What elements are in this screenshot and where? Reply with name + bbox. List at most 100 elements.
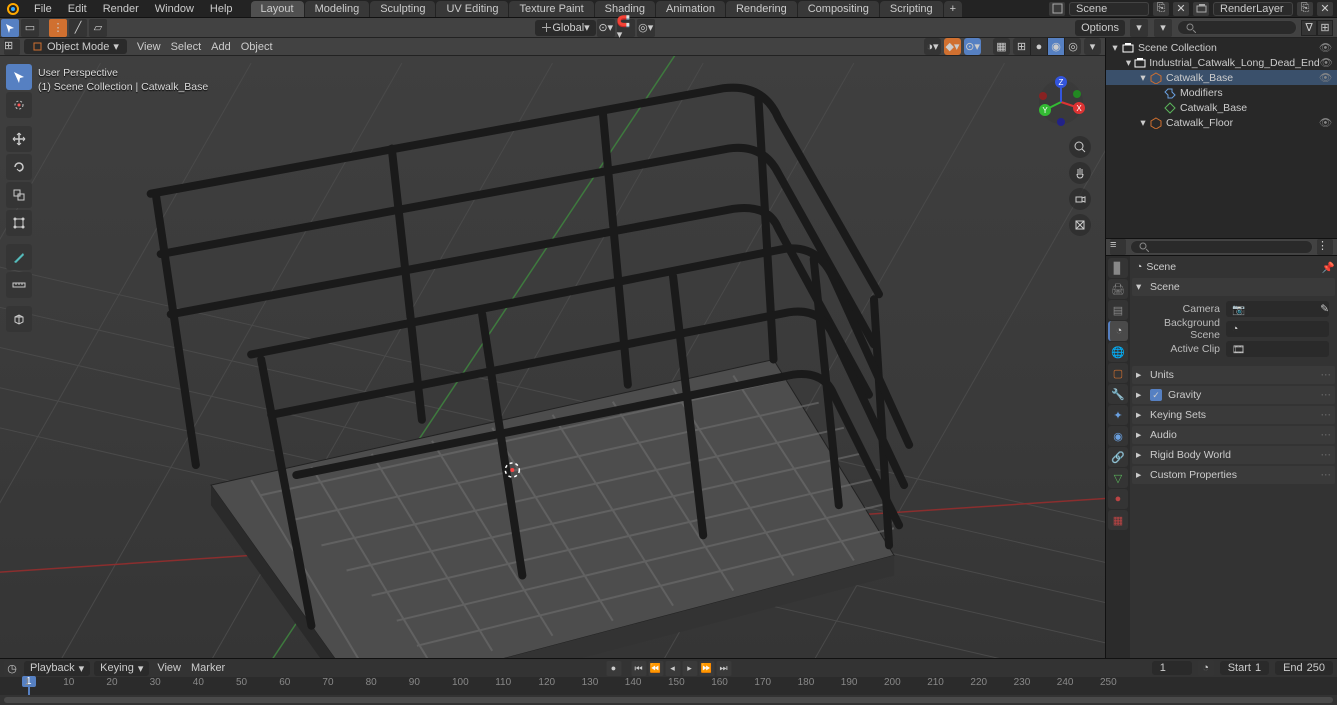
start-frame-field[interactable]: Start1 bbox=[1220, 661, 1269, 675]
ptab-scene[interactable]: ◔ bbox=[1108, 321, 1128, 341]
visibility-toggle-icon[interactable]: 👁 bbox=[1319, 41, 1333, 54]
timeline-menu-marker[interactable]: Marker bbox=[191, 662, 225, 674]
ptab-output[interactable]: 🖨 bbox=[1108, 279, 1128, 299]
tab-layout[interactable]: Layout bbox=[251, 1, 304, 17]
keyframe-prev-icon[interactable]: ⏪ bbox=[648, 661, 663, 676]
outliner-row[interactable]: ▾Industrial_Catwalk_Long_Dead_End👁 bbox=[1106, 55, 1337, 70]
active-clip-field[interactable]: 🎞 bbox=[1226, 341, 1329, 357]
autokey-toggle[interactable]: ● bbox=[606, 661, 621, 676]
playback-dropdown[interactable]: Playback▾ bbox=[24, 661, 90, 676]
visibility-toggle-icon[interactable]: 👁 bbox=[1319, 71, 1333, 84]
preview-range-toggle[interactable]: ◔ bbox=[1198, 660, 1214, 676]
panel-audio-header[interactable]: ▸Audio⋯ bbox=[1132, 426, 1335, 444]
ptab-object[interactable]: ▢ bbox=[1108, 363, 1128, 383]
bg-scene-field[interactable]: ◔ bbox=[1226, 321, 1329, 337]
jump-end-icon[interactable]: ⏭ bbox=[716, 661, 731, 676]
keyframe-next-icon[interactable]: ⏩ bbox=[699, 661, 714, 676]
layer-browse-icon[interactable] bbox=[1193, 2, 1209, 16]
outliner-row[interactable]: Catwalk_Base bbox=[1106, 100, 1337, 115]
shading-wireframe[interactable]: ⊞ bbox=[1013, 38, 1030, 55]
ptab-material[interactable]: ● bbox=[1108, 489, 1128, 509]
header-options-dropdown[interactable]: Options bbox=[1075, 20, 1125, 36]
play-icon[interactable]: ▸ bbox=[682, 661, 697, 676]
vp-menu-add[interactable]: Add bbox=[211, 41, 231, 53]
nav-persp-icon[interactable] bbox=[1069, 214, 1091, 236]
tab-compositing[interactable]: Compositing bbox=[798, 1, 879, 17]
ptab-data[interactable]: ▽ bbox=[1108, 468, 1128, 488]
ptab-constraints[interactable]: 🔗 bbox=[1108, 447, 1128, 467]
properties-options-icon[interactable]: ⋮ bbox=[1317, 239, 1333, 255]
outliner-row[interactable]: ▾Scene Collection👁 bbox=[1106, 40, 1337, 55]
nav-zoom-icon[interactable] bbox=[1069, 136, 1091, 158]
tool-select-box[interactable] bbox=[6, 64, 32, 90]
outliner-tree[interactable]: ▾Scene Collection👁▾Industrial_Catwalk_Lo… bbox=[1106, 38, 1337, 238]
pin-icon[interactable]: 📌 bbox=[1322, 261, 1335, 274]
tab-animation[interactable]: Animation bbox=[656, 1, 725, 17]
outliner-row[interactable]: ▾Catwalk_Base👁 bbox=[1106, 70, 1337, 85]
tab-texture-paint[interactable]: Texture Paint bbox=[509, 1, 593, 17]
properties-search-input[interactable] bbox=[1130, 240, 1313, 254]
current-frame-field[interactable]: 1 bbox=[1152, 661, 1192, 675]
menu-help[interactable]: Help bbox=[202, 1, 241, 17]
tab-sculpting[interactable]: Sculpting bbox=[370, 1, 435, 17]
visibility-toggle-icon[interactable]: 👁 bbox=[1320, 56, 1333, 69]
panel-units-header[interactable]: ▸Units⋯ bbox=[1132, 366, 1335, 384]
cursor-tool-icon[interactable] bbox=[1, 19, 19, 37]
ptab-physics[interactable]: ◉ bbox=[1108, 426, 1128, 446]
ptab-world[interactable]: 🌐 bbox=[1108, 342, 1128, 362]
nav-camera-icon[interactable] bbox=[1069, 188, 1091, 210]
tab-uv-editing[interactable]: UV Editing bbox=[436, 1, 508, 17]
camera-field[interactable]: 📷✎ bbox=[1226, 301, 1329, 317]
panel-custom-props-header[interactable]: ▸Custom Properties⋯ bbox=[1132, 466, 1335, 484]
outliner-row[interactable]: Modifiers bbox=[1106, 85, 1337, 100]
snap-vertex-icon[interactable]: ⋮ bbox=[49, 19, 67, 37]
panel-scene-header[interactable]: ▾Scene bbox=[1132, 278, 1335, 296]
shading-material[interactable]: ◉ bbox=[1047, 38, 1064, 55]
ptab-viewlayer[interactable]: ▤ bbox=[1108, 300, 1128, 320]
snap-face-icon[interactable]: ▱ bbox=[89, 19, 107, 37]
3d-viewport[interactable]: User Perspective (1) Scene Collection | … bbox=[0, 56, 1105, 658]
proportional-edit-toggle[interactable]: ◎▾ bbox=[637, 19, 655, 37]
select-visible-toggle[interactable]: ◑▾ bbox=[924, 38, 941, 55]
display-mode-dropdown[interactable]: ▾ bbox=[1154, 19, 1172, 37]
vp-menu-select[interactable]: Select bbox=[171, 41, 202, 53]
nav-pan-icon[interactable] bbox=[1069, 162, 1091, 184]
filter-icon[interactable]: ∇ bbox=[1301, 20, 1317, 36]
tool-scale[interactable] bbox=[6, 182, 32, 208]
tool-rotate[interactable] bbox=[6, 154, 32, 180]
tab-scripting[interactable]: Scripting bbox=[880, 1, 943, 17]
end-frame-field[interactable]: End250 bbox=[1275, 661, 1333, 675]
tab-rendering[interactable]: Rendering bbox=[726, 1, 797, 17]
editor-type-properties-icon[interactable]: ≡ bbox=[1110, 239, 1126, 255]
panel-keying-sets-header[interactable]: ▸Keying Sets⋯ bbox=[1132, 406, 1335, 424]
scene-new-icon[interactable]: ⎘ bbox=[1153, 2, 1169, 16]
scene-browse-icon[interactable] bbox=[1049, 2, 1065, 16]
xray-toggle[interactable]: ▦ bbox=[993, 38, 1010, 55]
vp-menu-object[interactable]: Object bbox=[241, 41, 273, 53]
tab-add-workspace[interactable]: + bbox=[944, 1, 962, 17]
ptab-particles[interactable]: ✦ bbox=[1108, 405, 1128, 425]
timeline-scrollbar[interactable] bbox=[0, 695, 1337, 705]
tool-add-cube[interactable] bbox=[6, 306, 32, 332]
shading-options-dropdown[interactable]: ▾ bbox=[1084, 38, 1101, 55]
shading-solid[interactable]: ● bbox=[1030, 38, 1047, 55]
tool-transform[interactable] bbox=[6, 210, 32, 236]
timeline-editor-type-icon[interactable]: ◷ bbox=[4, 660, 20, 676]
pivot-point-dropdown[interactable]: ⊙▾ bbox=[597, 19, 615, 37]
menu-edit[interactable]: Edit bbox=[60, 1, 95, 17]
menu-render[interactable]: Render bbox=[95, 1, 147, 17]
snap-edge-icon[interactable]: ╱ bbox=[69, 19, 87, 37]
layer-new-icon[interactable]: ⎘ bbox=[1297, 2, 1313, 16]
vp-menu-view[interactable]: View bbox=[137, 41, 161, 53]
editor-type-dropdown[interactable]: ▾ bbox=[1130, 19, 1148, 37]
outliner-row[interactable]: ▾Catwalk_Floor👁 bbox=[1106, 115, 1337, 130]
outliner-search-input[interactable] bbox=[1177, 20, 1297, 35]
tab-modeling[interactable]: Modeling bbox=[305, 1, 370, 17]
overlays-toggle[interactable]: ⊙▾ bbox=[964, 38, 981, 55]
timeline-menu-view[interactable]: View bbox=[157, 662, 181, 674]
transform-orientation-dropdown[interactable]: Global ▾ bbox=[535, 20, 595, 36]
select-mode-icon[interactable]: ▭ bbox=[21, 19, 39, 37]
ptab-texture[interactable]: ▦ bbox=[1108, 510, 1128, 530]
ptab-modifiers[interactable]: 🔧 bbox=[1108, 384, 1128, 404]
scene-name-field[interactable]: Scene bbox=[1069, 2, 1149, 16]
